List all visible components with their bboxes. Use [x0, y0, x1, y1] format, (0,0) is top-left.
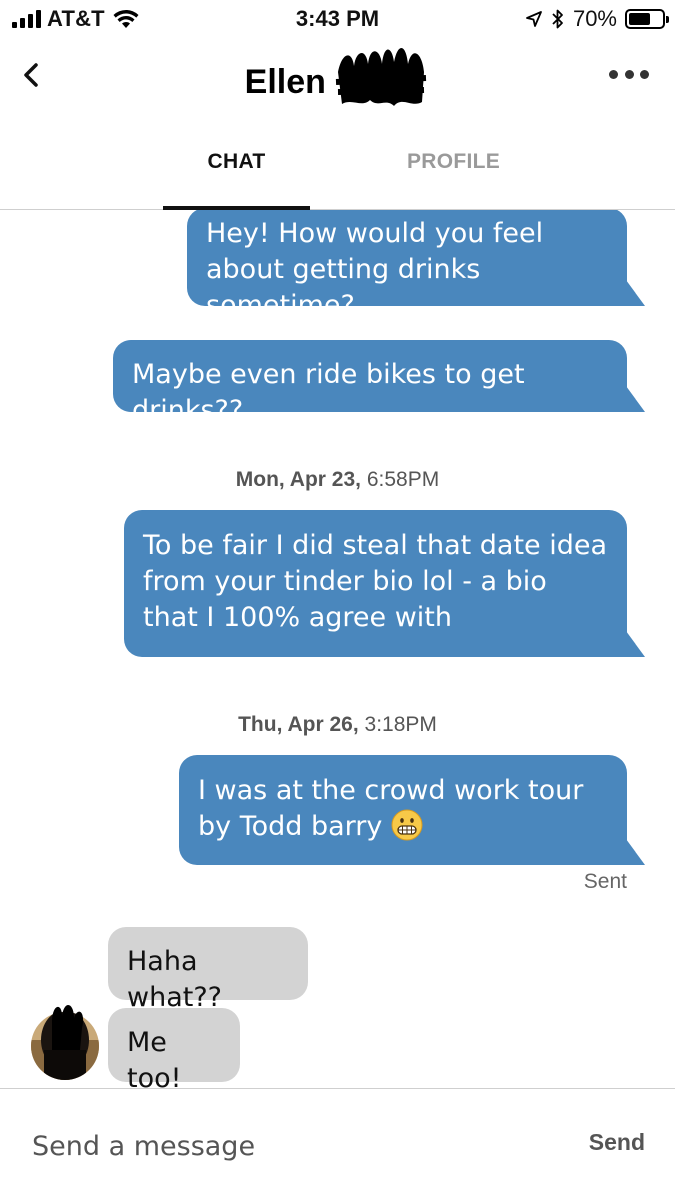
chat-header: Ellen: [0, 40, 675, 120]
send-button[interactable]: Send: [589, 1129, 645, 1156]
timestamp-time: 6:58PM: [366, 468, 440, 491]
bluetooth-icon: [552, 9, 563, 29]
more-options-button[interactable]: [609, 66, 649, 82]
battery-icon: [625, 9, 669, 29]
more-dot: [640, 69, 649, 79]
message-bubble-outgoing[interactable]: Maybe even ride bikes to get drinks??: [113, 340, 645, 426]
more-dot: [624, 69, 634, 79]
message-text: Haha what??: [127, 946, 222, 1013]
message-bubble-outgoing[interactable]: Hey! How would you feel about getting dr…: [187, 210, 645, 321]
status-bar: AT&T 3:43 PM 70%: [0, 0, 675, 40]
more-dots-icon: [609, 69, 618, 79]
message-text: Me too!: [127, 1027, 182, 1088]
location-arrow-icon: [526, 11, 542, 27]
tab-profile[interactable]: PROFILE: [380, 150, 527, 174]
match-name[interactable]: Ellen: [245, 63, 326, 102]
tab-chat[interactable]: CHAT: [163, 150, 310, 174]
message-bubble-outgoing[interactable]: I was at the crowd work tour by Todd bar…: [179, 755, 645, 865]
grimacing-face-emoji-icon: [391, 809, 423, 841]
timestamp-time: 3:18PM: [364, 713, 437, 736]
tab-bar: CHAT PROFILE: [0, 130, 675, 210]
timestamp: Mon, Apr 23, 6:58PM: [0, 468, 675, 492]
message-bubble-incoming[interactable]: Haha what??: [108, 927, 308, 1013]
timestamp-day: Mon, Apr 23,: [235, 468, 361, 491]
timestamp: Thu, Apr 26, 3:18PM: [0, 713, 675, 737]
message-bubble-outgoing[interactable]: To be fair I did steal that date idea fr…: [124, 510, 645, 657]
message-input[interactable]: [32, 1121, 532, 1171]
message-status: Sent: [583, 870, 627, 893]
title-wrap: Ellen: [0, 47, 675, 110]
message-text: To be fair I did steal that date idea fr…: [143, 530, 608, 633]
message-bubble-incoming[interactable]: Me too!: [108, 1008, 240, 1088]
chat-screen: AT&T 3:43 PM 70% Ellen CHAT PROFILE Hey!…: [0, 0, 675, 1200]
message-text: Maybe even ride bikes to get drinks??: [132, 359, 525, 426]
status-right: 70%: [525, 6, 669, 32]
timestamp-day: Thu, Apr 26,: [238, 713, 359, 736]
battery-percent: 70%: [572, 6, 617, 31]
redacted-scribble: [336, 47, 427, 106]
battery-level: [629, 13, 651, 25]
avatar[interactable]: [30, 1000, 100, 1080]
message-list[interactable]: Hey! How would you feel about getting dr…: [0, 210, 675, 1088]
composer: Send: [0, 1088, 675, 1200]
message-text: Hey! How would you feel about getting dr…: [206, 218, 544, 321]
